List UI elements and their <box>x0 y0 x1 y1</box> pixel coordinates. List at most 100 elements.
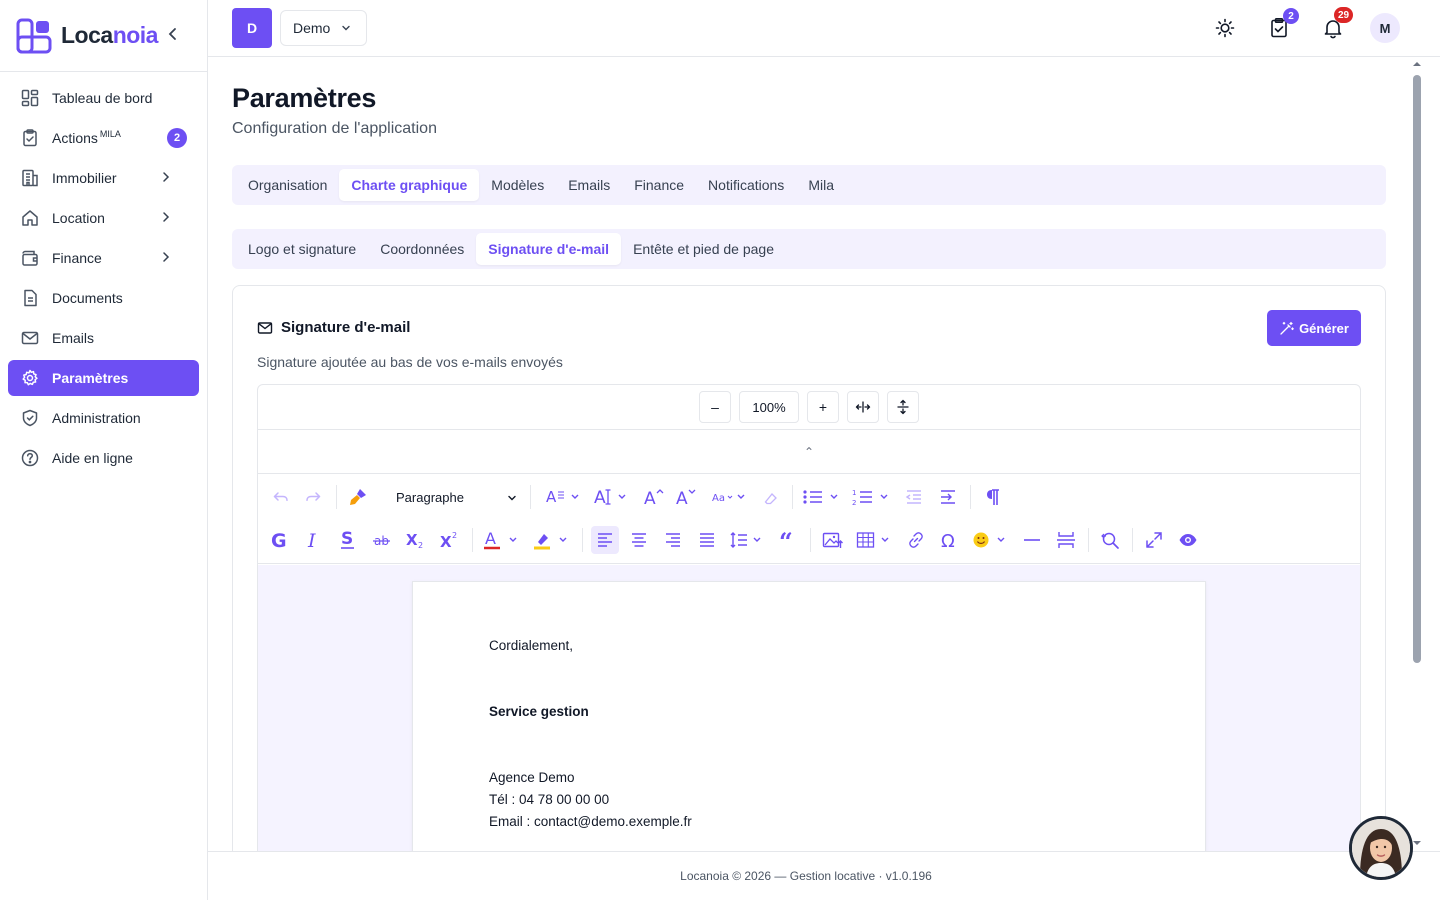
sidebar-item-administration[interactable]: Administration <box>8 400 199 436</box>
toolbar-separator <box>970 485 971 509</box>
align-justify-button[interactable] <box>695 527 719 553</box>
strikethrough-button[interactable]: ab <box>370 527 394 553</box>
emoji-button[interactable] <box>972 527 1012 553</box>
show-blocks-button[interactable] <box>982 484 1004 510</box>
numbered-list-button[interactable]: 12 <box>852 484 894 510</box>
svg-text:2: 2 <box>418 541 423 550</box>
theme-toggle-button[interactable] <box>1213 16 1237 40</box>
page-break-icon <box>1057 532 1075 548</box>
align-justify-icon <box>700 533 714 547</box>
toolbar-collapse-toggle[interactable]: ⌃ <box>258 430 1360 474</box>
tab-emails[interactable]: Emails <box>556 169 622 201</box>
outdent-button[interactable] <box>902 484 926 510</box>
redo-button[interactable] <box>302 484 324 510</box>
subtab-logo-et-signature[interactable]: Logo et signature <box>236 233 368 265</box>
font-family-button[interactable]: A <box>544 484 582 510</box>
organization-select[interactable]: Demo <box>280 10 367 46</box>
font-size-button[interactable]: A <box>592 484 632 510</box>
sidebar-item-label: Finance <box>52 250 102 266</box>
sidebar-collapse-button[interactable] <box>166 26 182 46</box>
sidebar-item-label: Documents <box>52 290 123 306</box>
scroll-thumb[interactable] <box>1413 75 1421 663</box>
mail-icon <box>257 321 273 334</box>
bold-button[interactable]: G <box>268 527 292 553</box>
document-page[interactable]: Cordialement, Service gestion Agence Dem… <box>412 581 1206 851</box>
special-characters-button[interactable]: Ω <box>938 527 962 553</box>
indent-button[interactable] <box>936 484 960 510</box>
blockquote-button[interactable]: “ <box>776 527 800 553</box>
expand-icon <box>1146 532 1162 548</box>
assistant-avatar-button[interactable] <box>1349 816 1413 880</box>
caret-up-icon: ⌃ <box>803 444 815 459</box>
insert-table-button[interactable] <box>856 527 894 553</box>
subscript-button[interactable]: X2 <box>404 527 428 553</box>
subtab-entete-pied-de-page[interactable]: Entête et pied de page <box>621 233 786 265</box>
zoom-in-button[interactable]: + <box>807 391 839 423</box>
fit-height-button[interactable] <box>887 391 919 423</box>
toolbar-separator <box>1132 528 1133 552</box>
subtab-coordonnees[interactable]: Coordonnées <box>368 233 476 265</box>
font-decrease-icon: A <box>676 489 696 507</box>
highlight-color-button[interactable] <box>532 527 574 553</box>
subtab-signature-email[interactable]: Signature d'e-mail <box>476 233 622 265</box>
find-replace-button[interactable] <box>1098 527 1122 553</box>
format-painter-button[interactable] <box>346 484 370 510</box>
preview-button[interactable] <box>1176 527 1200 553</box>
sidebar-item-immobilier[interactable]: Immobilier <box>8 160 199 196</box>
sidebar-item-aide-en-ligne[interactable]: Aide en ligne <box>8 440 199 476</box>
tab-modeles[interactable]: Modèles <box>479 169 556 201</box>
insert-image-button[interactable] <box>820 527 846 553</box>
fullscreen-button[interactable] <box>1142 527 1166 553</box>
fit-width-button[interactable] <box>847 391 879 423</box>
svg-text:S: S <box>341 529 353 549</box>
tab-finance[interactable]: Finance <box>622 169 696 201</box>
align-left-button[interactable] <box>591 526 619 554</box>
tab-charte-graphique[interactable]: Charte graphique <box>339 169 480 201</box>
align-right-icon <box>666 533 680 547</box>
organization-name: Demo <box>293 20 331 36</box>
sidebar-item-emails[interactable]: Emails <box>8 320 199 356</box>
sidebar-item-label: Immobilier <box>52 170 117 186</box>
indent-icon <box>941 490 955 504</box>
superscript-button[interactable]: X2 <box>438 527 462 553</box>
insert-link-button[interactable] <box>904 527 928 553</box>
subscript-icon: X2 <box>406 531 423 550</box>
tab-notifications[interactable]: Notifications <box>696 169 796 201</box>
main-scrollbar[interactable] <box>1410 57 1424 851</box>
sidebar-item-tableau-de-bord[interactable]: Tableau de bord <box>8 80 199 116</box>
italic-button[interactable]: I <box>302 527 326 553</box>
text-color-button[interactable]: A <box>482 527 524 553</box>
sidebar-item-documents[interactable]: Documents <box>8 280 199 316</box>
organization-avatar[interactable]: D <box>232 8 272 48</box>
undo-button[interactable] <box>270 484 292 510</box>
align-right-button[interactable] <box>661 527 685 553</box>
generate-button[interactable]: Générer <box>1267 310 1361 346</box>
sidebar-item-actions[interactable]: Actions MILA 2 <box>8 120 199 156</box>
brand-name: Locanoia <box>61 22 158 49</box>
wallet-icon <box>22 250 38 266</box>
toolbar-separator <box>810 528 811 552</box>
line-height-button[interactable] <box>729 527 769 553</box>
sidebar-item-finance[interactable]: Finance <box>8 240 199 276</box>
underline-button[interactable]: S <box>336 527 360 553</box>
clear-formatting-button[interactable] <box>760 486 782 512</box>
align-center-button[interactable] <box>627 527 651 553</box>
paragraph-style-select[interactable]: Paragraphe <box>386 484 518 510</box>
increase-font-size-button[interactable]: A <box>642 484 666 510</box>
page-break-button[interactable] <box>1054 527 1078 553</box>
sidebar-item-location[interactable]: Location <box>8 200 199 236</box>
arrows-horizontal-icon <box>855 401 871 413</box>
bullet-list-button[interactable] <box>802 484 844 510</box>
tab-organisation[interactable]: Organisation <box>236 169 339 201</box>
sidebar-item-label: Actions <box>52 130 98 146</box>
highlighter-icon <box>534 534 567 550</box>
chevron-right-icon <box>163 172 170 182</box>
sidebar-item-parametres[interactable]: Paramètres <box>8 360 199 396</box>
zoom-bar: – 100% + <box>258 385 1360 430</box>
tab-mila[interactable]: Mila <box>796 169 846 201</box>
change-case-button[interactable]: Aa <box>710 484 750 510</box>
user-avatar[interactable]: M <box>1370 13 1400 43</box>
horizontal-rule-button[interactable] <box>1020 527 1044 553</box>
zoom-out-button[interactable]: – <box>699 391 731 423</box>
decrease-font-size-button[interactable]: A <box>674 484 698 510</box>
